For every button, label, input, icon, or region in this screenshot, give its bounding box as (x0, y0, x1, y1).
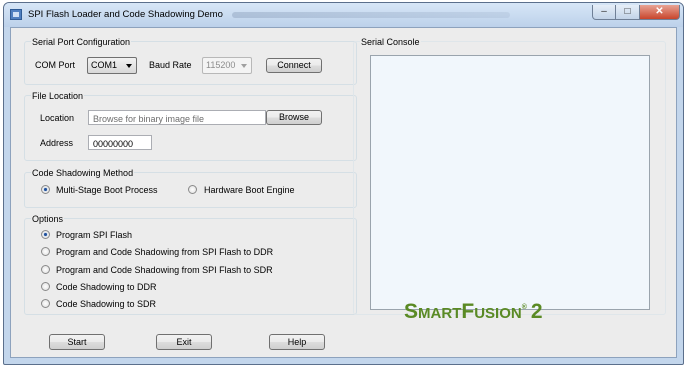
location-label: Location (40, 113, 75, 123)
serial-console-output[interactable] (370, 55, 650, 310)
option-radio-shadow-ddr[interactable] (41, 282, 50, 291)
address-input[interactable]: 00000000 (88, 135, 152, 150)
address-value: 00000000 (93, 139, 134, 149)
help-button[interactable]: Help (269, 334, 325, 350)
browse-button[interactable]: Browse (266, 110, 322, 125)
logo-f: F (461, 300, 475, 323)
multi-stage-boot-radio[interactable] (41, 185, 50, 194)
minimize-icon: – (601, 6, 607, 17)
baud-rate-label: Baud Rate (149, 60, 192, 70)
option-label-program-shadow-sdr[interactable]: Program and Code Shadowing from SPI Flas… (56, 265, 273, 275)
address-label: Address (40, 138, 74, 148)
option-radio-shadow-sdr[interactable] (41, 299, 50, 308)
com-port-value: COM1 (91, 60, 118, 70)
maximize-button[interactable]: □ (616, 5, 640, 20)
option-label-shadow-ddr[interactable]: Code Shadowing to DDR (56, 282, 157, 292)
file-location-group (24, 95, 357, 161)
options-group-title: Options (31, 214, 65, 224)
hardware-boot-engine-label[interactable]: Hardware Boot Engine (204, 185, 295, 195)
logo-rt: RT (441, 305, 462, 322)
maximize-icon: □ (624, 6, 631, 17)
multi-stage-boot-label[interactable]: Multi-Stage Boot Process (56, 185, 158, 195)
location-placeholder: Browse for binary image file (93, 114, 205, 124)
exit-button[interactable]: Exit (156, 334, 212, 350)
chevron-down-icon (241, 64, 247, 68)
shadowing-method-group-title: Code Shadowing Method (31, 168, 135, 178)
file-location-group-title: File Location (31, 91, 85, 101)
option-label-program-shadow-ddr[interactable]: Program and Code Shadowing from SPI Flas… (56, 247, 273, 257)
com-port-select[interactable]: COM1 (87, 57, 137, 74)
close-icon: ✕ (655, 6, 664, 17)
baud-rate-select[interactable]: 115200 (202, 57, 252, 74)
option-label-shadow-sdr[interactable]: Code Shadowing to SDR (56, 299, 156, 309)
com-port-label: COM Port (35, 60, 76, 70)
option-radio-program-shadow-ddr[interactable] (41, 247, 50, 256)
option-radio-program-spi-flash[interactable] (41, 230, 50, 239)
option-radio-program-shadow-sdr[interactable] (41, 265, 50, 274)
logo-version: 2 (530, 300, 543, 323)
chevron-down-icon (126, 64, 132, 68)
location-input[interactable]: Browse for binary image file (88, 110, 266, 125)
option-label-program-spi-flash[interactable]: Program SPI Flash (56, 230, 132, 240)
app-icon (10, 9, 22, 20)
client-area: Serial Port Configuration COM Port COM1 … (10, 27, 677, 358)
smartfusion2-logo: SMARTFUSION® 2 (404, 300, 543, 324)
title-bar[interactable]: SPI Flash Loader and Code Shadowing Demo… (4, 3, 683, 27)
connect-button[interactable]: Connect (266, 58, 322, 73)
minimize-button[interactable]: – (592, 5, 616, 20)
serial-console-group-title: Serial Console (360, 37, 421, 47)
app-window: SPI Flash Loader and Code Shadowing Demo… (3, 2, 684, 365)
start-button[interactable]: Start (49, 334, 105, 350)
logo-s: S (404, 300, 419, 323)
registered-mark: ® (521, 304, 527, 311)
baud-rate-value: 115200 (206, 60, 236, 70)
serial-port-group-title: Serial Port Configuration (31, 37, 132, 47)
hardware-boot-engine-radio[interactable] (188, 185, 197, 194)
logo-a-triangle: A (430, 305, 442, 322)
window-title: SPI Flash Loader and Code Shadowing Demo (28, 9, 223, 20)
logo-usion: USION (474, 305, 522, 322)
blurred-title-text (232, 12, 510, 18)
logo-m: M (418, 305, 431, 322)
close-button[interactable]: ✕ (640, 5, 680, 20)
